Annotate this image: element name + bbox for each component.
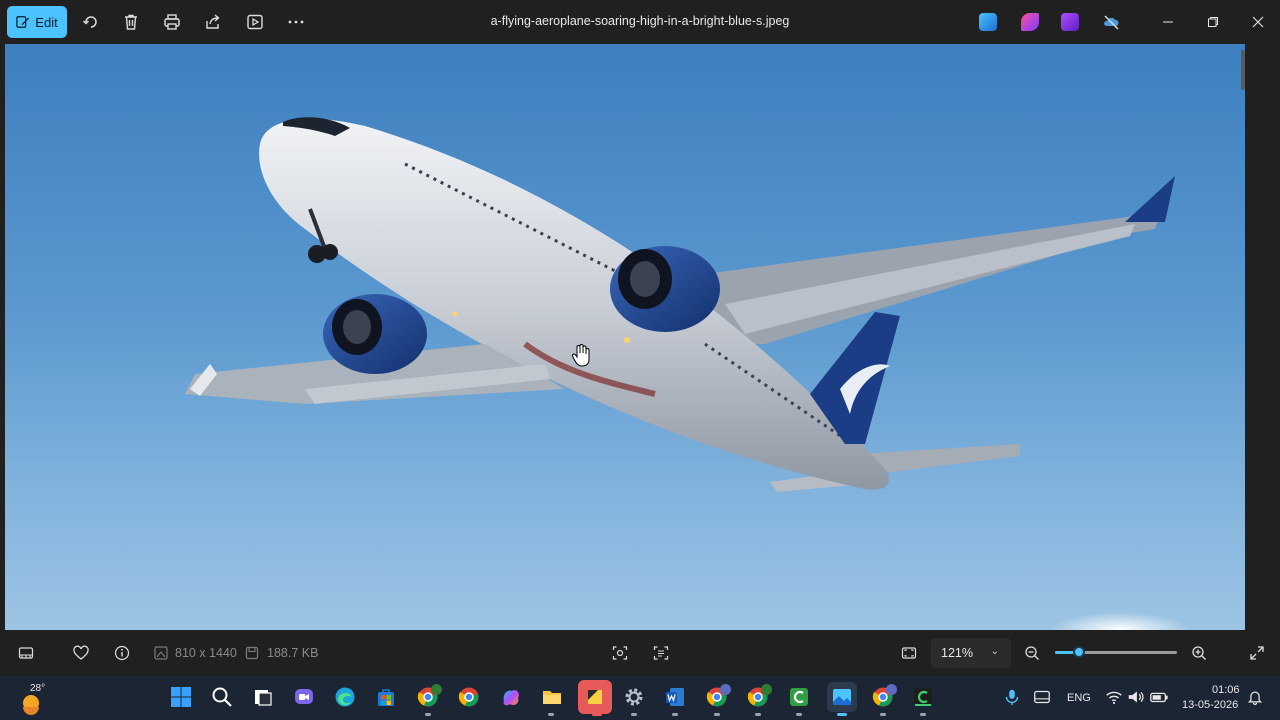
more-icon[interactable] [286,12,306,32]
zoom-in-icon[interactable] [1190,644,1208,662]
notification-bell-icon[interactable] [1246,684,1264,710]
weather-temp: 28° [30,683,46,694]
share-icon[interactable] [203,12,223,32]
image-dimensions: 810 x 1440 [175,646,237,660]
file-size: 188.7 KB [267,646,319,660]
active-indicator [592,713,602,716]
running-indicator [755,713,761,716]
volume-icon[interactable] [1126,684,1146,710]
dimensions-icon [152,644,170,662]
active-indicator [837,713,847,716]
clock-date[interactable]: 13-05-2026 [1182,699,1238,711]
camtasia-recorder-icon[interactable] [910,684,936,710]
task-view-icon[interactable] [250,684,276,710]
filmstrip-icon[interactable] [17,644,35,662]
running-indicator [548,713,554,716]
keyboard-layout-icon[interactable] [1032,684,1052,710]
language-indicator[interactable]: ENG [1067,692,1091,704]
battery-icon[interactable] [1149,684,1169,710]
airplane-image [185,117,1190,630]
copilot-icon[interactable] [498,684,524,710]
running-indicator [672,713,678,716]
scrollbar-track[interactable] [1245,44,1280,630]
profile-badge-icon [431,684,442,695]
title-bar: Edit a-flying-aeroplane-soaring-high-in-… [0,0,1280,44]
slideshow-icon[interactable] [245,12,265,32]
restore-icon[interactable] [1203,12,1223,32]
zoom-out-icon[interactable] [1023,644,1041,662]
edge-browser-icon[interactable] [332,684,358,710]
image-canvas[interactable] [5,44,1245,630]
wifi-icon[interactable] [1104,684,1124,710]
microphone-icon[interactable] [1002,684,1022,710]
file-title: a-flying-aeroplane-soaring-high-in-a-bri… [490,14,790,28]
file-size-icon [243,644,261,662]
profile-badge-2-icon [720,684,731,695]
info-icon[interactable] [113,644,131,662]
print-icon[interactable] [162,12,182,32]
teams-chat-icon[interactable] [291,684,317,710]
fullscreen-icon[interactable] [1248,644,1266,662]
clipchamp-app-icon[interactable] [1061,13,1079,31]
running-indicator [920,713,926,716]
file-explorer-icon[interactable] [539,684,565,710]
photos-app-icon[interactable] [979,13,997,31]
photos-icon[interactable] [827,682,857,712]
zoom-value: 121% [941,646,973,660]
chevron-down-icon: ⌄ [990,646,999,657]
running-indicator [796,713,802,716]
weather-widget[interactable]: 28° [18,682,58,718]
designer-app-icon[interactable] [1021,13,1039,31]
profile-badge-3-icon [761,684,772,695]
fit-to-window-icon[interactable] [900,644,918,662]
edit-icon [16,16,30,28]
windows-start-icon[interactable] [168,684,194,710]
running-indicator [880,713,886,716]
scrollbar-thumb[interactable] [1241,50,1245,90]
search-icon[interactable] [209,684,235,710]
delete-icon[interactable] [121,12,141,32]
camtasia-icon[interactable] [786,684,812,710]
word-icon[interactable] [662,684,688,710]
chrome-icon[interactable] [456,684,482,710]
onedrive-offline-icon[interactable] [1101,12,1121,32]
edit-label: Edit [35,14,58,30]
favorite-heart-icon[interactable] [72,644,90,662]
profile-badge-4-icon [886,684,897,695]
visual-search-icon[interactable] [611,644,629,662]
microsoft-store-icon[interactable] [373,684,399,710]
rotate-icon[interactable] [81,12,101,32]
running-indicator [631,713,637,716]
hand-cursor-icon [571,344,590,367]
minimize-icon[interactable] [1158,12,1178,32]
edit-button[interactable]: Edit [7,6,67,38]
clock-time[interactable]: 01:06 [1212,684,1240,696]
running-indicator [425,713,431,716]
close-icon[interactable] [1248,12,1268,32]
sticky-notes-icon[interactable] [578,680,612,714]
zoom-dropdown[interactable]: 121% ⌄ [931,638,1011,668]
running-indicator [714,713,720,716]
settings-gear-icon[interactable] [621,684,647,710]
text-extract-icon[interactable] [652,644,670,662]
